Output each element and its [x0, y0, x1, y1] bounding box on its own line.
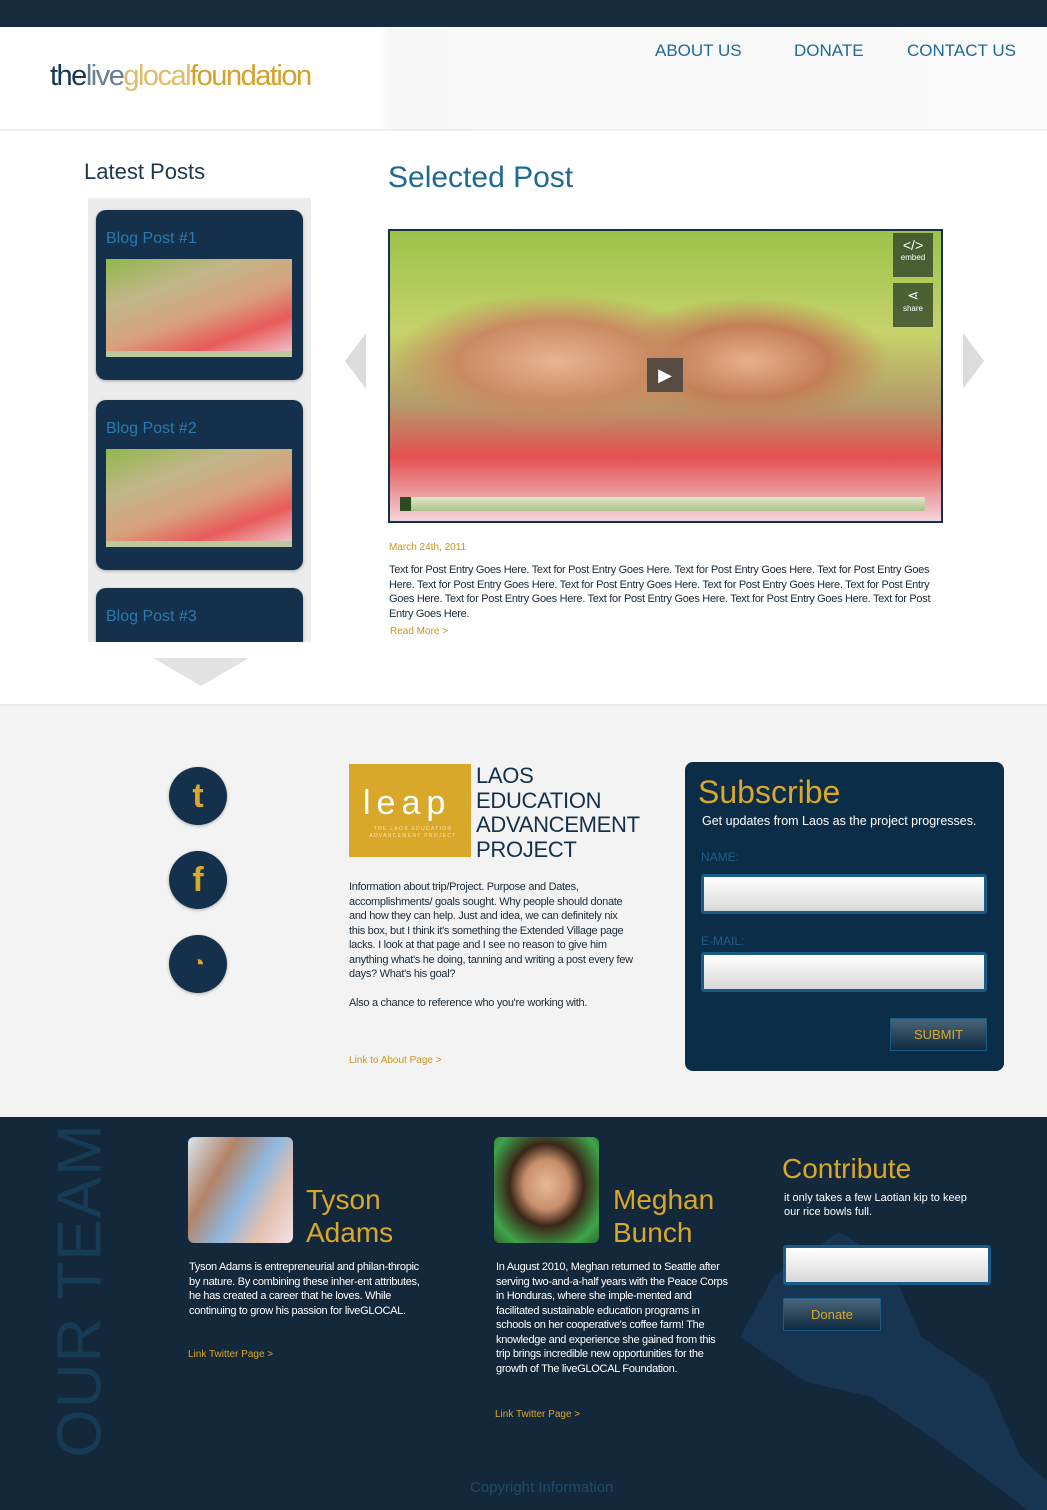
play-icon[interactable]: ▶ [647, 358, 683, 392]
project-description: Information about trip/Project. Purpose … [349, 880, 634, 1025]
leap-logo: leap THE LAOS EDUCATION ADVANCEMENT PROJ… [349, 764, 471, 857]
subscribe-box: Subscribe Get updates from Laos as the p… [685, 762, 1004, 1071]
header: theliveglocalfoundation ABOUT US DONATE … [0, 27, 1047, 131]
name-input[interactable] [701, 874, 987, 914]
leap-logo-mark: leap [363, 784, 452, 822]
twitter-page-link[interactable]: Link Twitter Page > [495, 1409, 580, 1420]
leap-logo-subtitle: THE LAOS EDUCATION ADVANCEMENT PROJECT [369, 826, 457, 839]
blog-post-card[interactable]: Blog Post #1 [96, 210, 303, 380]
logo-part: glocal [123, 60, 191, 92]
member-name: Tyson Adams [306, 1184, 394, 1248]
video-progress-bar[interactable] [400, 497, 925, 511]
share-button[interactable]: ⋖ share [893, 283, 933, 327]
blog-post-title[interactable]: Blog Post #3 [106, 608, 197, 626]
tyson-photo [188, 1137, 293, 1243]
next-arrow-icon[interactable] [963, 333, 984, 389]
logo-part: foundation [190, 60, 312, 92]
post-text: Text for Post Entry Goes Here. Text for … [389, 564, 931, 620]
blog-post-thumbnail[interactable] [106, 449, 292, 547]
heading-line: ADVANCEMENT [476, 812, 640, 837]
member-name: Meghan Bunch [613, 1184, 715, 1248]
latest-posts-heading: Latest Posts [84, 159, 206, 184]
about-page-link[interactable]: Link to About Page > [349, 1055, 442, 1066]
top-bar [0, 0, 1047, 27]
meghan-photo [494, 1137, 599, 1243]
blog-post-card[interactable]: Blog Post #3 [96, 588, 303, 642]
our-team-heading: OUR TEAM [45, 1123, 115, 1458]
heading-line: LAOS [476, 763, 534, 788]
team-footer: OUR TEAM Tyson Adams Tyson Adams is entre… [0, 1117, 1047, 1510]
latest-posts-list[interactable]: Blog Post #1 Blog Post #2 Blog Post #3 [88, 198, 311, 642]
embed-button[interactable]: </> embed [893, 233, 933, 277]
email-label: E-MAIL: [701, 934, 745, 948]
nav-donate[interactable]: DONATE [794, 41, 864, 61]
embed-label: embed [900, 253, 926, 262]
site-logo[interactable]: theliveglocalfoundation [50, 60, 312, 93]
donation-amount-input[interactable] [783, 1245, 991, 1285]
video-player[interactable]: </> embed ⋖ share ▶ [388, 229, 943, 523]
nav-contact-us[interactable]: CONTACT US [907, 41, 1016, 61]
nav-about-us[interactable]: ABOUT US [655, 41, 742, 61]
donate-button[interactable]: Donate [783, 1298, 881, 1331]
project-section: t f ◔ leap THE LAOS EDUCATION ADVANCEMEN… [0, 704, 1047, 1117]
copyright: Copyright Information [470, 1479, 614, 1496]
blog-post-card[interactable]: Blog Post #2 [96, 400, 303, 570]
contribute-text: it only takes a few Laotian kip to keep … [784, 1192, 967, 1218]
subscribe-heading: Subscribe [698, 774, 841, 810]
rss-icon[interactable]: ◔ [169, 935, 227, 993]
name-label: NAME: [701, 850, 740, 864]
project-heading: LAOS EDUCATION ADVANCEMENT PROJECT [476, 763, 640, 862]
main-section: Latest Posts Blog Post #1 Blog Post #2 B… [0, 133, 1047, 703]
read-more-link[interactable]: Read More > [390, 626, 448, 637]
share-label: share [902, 304, 923, 313]
logo-part: the [50, 60, 87, 92]
member-bio: Tyson Adams is entrepreneurial and phila… [189, 1261, 420, 1317]
previous-arrow-icon[interactable] [345, 333, 366, 389]
email-input[interactable] [701, 952, 987, 992]
paragraph: Why people should donate and how they ca… [349, 895, 633, 981]
logo-part: live [85, 60, 125, 92]
twitter-page-link[interactable]: Link Twitter Page > [188, 1349, 273, 1360]
share-icon: ⋖ [907, 287, 919, 303]
blog-post-title[interactable]: Blog Post #2 [106, 420, 197, 438]
twitter-icon[interactable]: t [169, 767, 227, 825]
scroll-down-arrow-icon[interactable] [153, 658, 249, 686]
post-date: March 24th, 2011 [389, 542, 467, 553]
selected-post-heading: Selected Post [388, 161, 574, 194]
video-progress-fill [400, 497, 411, 511]
facebook-icon[interactable]: f [169, 851, 227, 909]
heading-line: EDUCATION [476, 787, 602, 813]
heading-line: PROJECT [476, 836, 577, 862]
blog-post-thumbnail[interactable] [106, 259, 292, 357]
contribute-heading: Contribute [782, 1153, 912, 1184]
paragraph: Also a chance to reference who you're wo… [349, 997, 588, 1009]
subscribe-text: Get updates from Laos as the project pro… [702, 814, 977, 828]
member-bio: In August 2010, Meghan returned to Seatt… [496, 1261, 728, 1375]
submit-button[interactable]: SUBMIT [890, 1018, 987, 1051]
blog-post-title[interactable]: Blog Post #1 [106, 230, 197, 248]
embed-icon: </> [902, 237, 924, 253]
